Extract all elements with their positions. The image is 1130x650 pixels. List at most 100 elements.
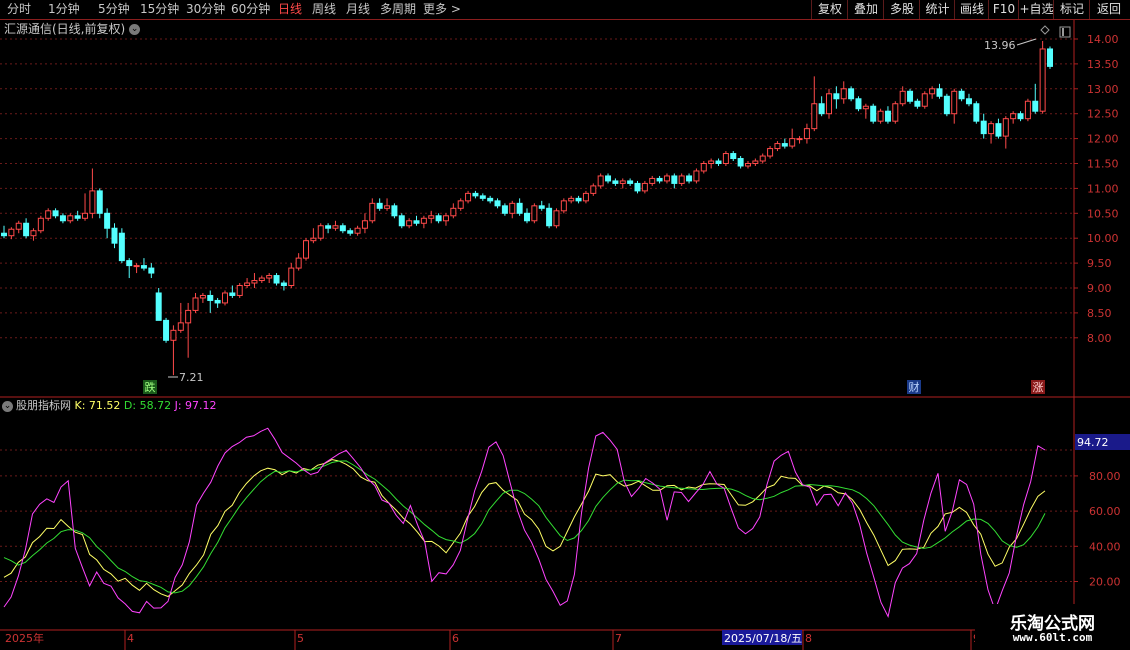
candle-body-up — [899, 90, 906, 105]
candle-body-up — [693, 170, 700, 182]
f10-button[interactable]: F10 — [988, 0, 1019, 19]
candle-body-down — [501, 205, 508, 214]
candle-body-up — [310, 237, 317, 242]
candlestick-series — [1, 40, 1053, 376]
candle-body-down — [487, 197, 494, 202]
period-tab[interactable]: 5分钟 — [98, 0, 130, 19]
statistics-button[interactable]: 统计 — [919, 0, 955, 19]
chart-axes — [0, 20, 1130, 650]
candle-body-up — [295, 257, 302, 269]
indicator-current-value: 94.72 — [1077, 436, 1109, 449]
candle-body-down — [494, 200, 501, 207]
draw-line-button[interactable]: 画线 — [954, 0, 989, 19]
event-tag-finance[interactable]: 财 — [909, 380, 920, 394]
event-tag-fall[interactable]: 跌 — [145, 380, 156, 394]
period-tab-active[interactable]: 日线 — [278, 0, 302, 19]
period-tab[interactable]: 多周期 — [380, 0, 416, 19]
diamond-icon[interactable] — [1040, 25, 1050, 35]
candle-body-up — [862, 105, 869, 110]
candle-body-down — [435, 215, 442, 222]
candle-body-down — [980, 120, 987, 135]
period-tab[interactable]: 月线 — [346, 0, 370, 19]
candle-body-down — [391, 205, 398, 217]
candle-body-up — [663, 175, 670, 182]
candle-body-up — [597, 175, 604, 187]
candle-body-up — [89, 190, 96, 214]
candle-body-up — [1024, 100, 1031, 120]
candle-body-up — [531, 205, 538, 222]
add-watchlist-button[interactable]: +自选 — [1018, 0, 1054, 19]
cursor-date-label: 2025/07/18/五 — [724, 632, 802, 645]
period-tab[interactable]: 1分钟 — [48, 0, 80, 19]
overlay-button[interactable]: 叠加 — [847, 0, 884, 19]
price-tick-label: 10.50 — [1087, 207, 1119, 220]
period-tab[interactable]: 分时 — [7, 0, 31, 19]
panel-layout-icon[interactable] — [1059, 26, 1071, 38]
candle-body-up — [803, 128, 810, 140]
candle-body-down — [848, 88, 855, 100]
candle-body-down — [870, 105, 877, 122]
candle-body-up — [722, 153, 729, 164]
period-tab[interactable]: 60分钟 — [231, 0, 270, 19]
candle-body-up — [37, 217, 44, 232]
candle-body-up — [649, 177, 656, 184]
candle-body-up — [428, 215, 435, 219]
restore-rights-button[interactable]: 复权 — [811, 0, 848, 19]
price-tick-label: 9.50 — [1087, 257, 1112, 270]
candle-body-down — [958, 90, 965, 100]
price-tick-label: 10.00 — [1087, 232, 1119, 245]
candle-body-up — [877, 110, 884, 122]
candle-body-up — [450, 207, 457, 217]
candle-body-down — [605, 175, 612, 182]
candle-body-up — [590, 185, 597, 194]
candle-body-down — [656, 177, 663, 182]
candle-body-down — [914, 100, 921, 107]
watermark: 乐淘公式网 www.60lt.com — [975, 604, 1130, 650]
event-tag-rise[interactable]: 涨 — [1033, 381, 1044, 394]
candle-body-up — [1039, 48, 1046, 112]
candle-body-down — [575, 197, 582, 202]
indicator-tick-label: 20.00 — [1089, 576, 1121, 589]
stock-chart-canvas[interactable]: 8.00 8.50 9.00 9.50 10.00 10.50 11.00 11.50 12.0… — [0, 20, 1130, 650]
candle-body-up — [45, 210, 52, 219]
candle-body-up — [1002, 118, 1009, 137]
candle-body-down — [140, 265, 147, 269]
candle-body-up — [406, 220, 413, 227]
candle-body-down — [479, 195, 486, 199]
candle-body-up — [133, 265, 140, 268]
price-tick-label: 11.00 — [1087, 182, 1119, 195]
candle-body-up — [442, 215, 449, 222]
candle-body-down — [936, 88, 943, 97]
candle-body-down — [818, 103, 825, 115]
candle-body-up — [251, 280, 258, 284]
mark-button[interactable]: 标记 — [1053, 0, 1090, 19]
candle-body-down — [965, 98, 972, 105]
candle-body-up — [752, 160, 759, 164]
price-tick-label: 8.00 — [1087, 332, 1112, 345]
candle-body-down — [96, 190, 103, 214]
candle-body-down — [347, 230, 354, 234]
candle-body-up — [354, 227, 361, 234]
candle-body-up — [361, 220, 368, 229]
period-tab[interactable]: 15分钟 — [140, 0, 179, 19]
candle-body-down — [111, 227, 118, 244]
back-button[interactable]: 返回 — [1089, 0, 1128, 19]
candle-body-down — [995, 123, 1002, 137]
candle-body-down — [398, 215, 405, 227]
candle-body-up — [789, 138, 796, 147]
time-axis-label: 5 — [297, 632, 304, 645]
indicator-tick-label: 40.00 — [1089, 540, 1121, 553]
indicator-tick-label: 60.00 — [1089, 505, 1121, 518]
time-axis-label: 8 — [805, 632, 812, 645]
candle-body-up — [840, 88, 847, 100]
multi-stock-button[interactable]: 多股 — [883, 0, 920, 19]
period-tab[interactable]: 周线 — [312, 0, 336, 19]
period-tab[interactable]: 30分钟 — [186, 0, 225, 19]
candle-body-down — [833, 93, 840, 100]
candle-body-down — [524, 212, 530, 222]
more-periods-menu[interactable]: 更多 > — [423, 0, 461, 19]
candle-body-down — [126, 260, 133, 267]
candle-body-down — [23, 222, 30, 237]
candle-body-down — [280, 282, 287, 287]
price-tick-label: 11.50 — [1087, 158, 1119, 171]
